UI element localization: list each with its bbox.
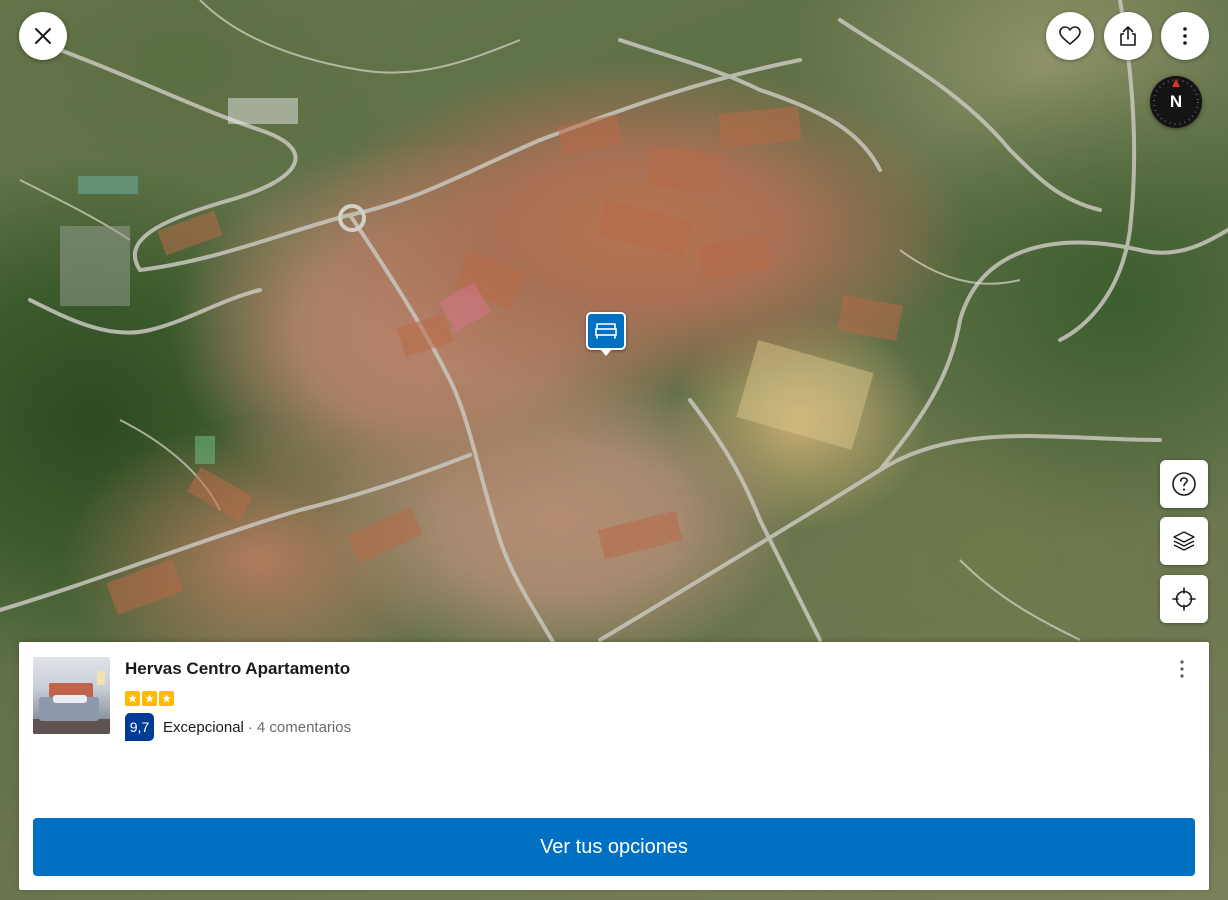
rating-word: Excepcional <box>163 719 244 736</box>
layers-button[interactable] <box>1160 517 1208 565</box>
share-icon <box>1120 26 1136 46</box>
review-score-badge: 9,7 <box>125 713 154 741</box>
heart-icon <box>1059 26 1081 45</box>
property-name[interactable]: Hervas Centro Apartamento <box>125 659 350 679</box>
close-button[interactable] <box>19 12 67 60</box>
compass-label: N <box>1169 92 1183 111</box>
star-icon <box>159 691 174 706</box>
bed-icon <box>595 323 617 339</box>
help-circle-icon <box>1172 472 1196 496</box>
card-more-options-button[interactable] <box>1172 658 1192 680</box>
separator-dot: · <box>247 719 253 736</box>
see-options-button[interactable]: Ver tus opciones <box>33 818 1195 876</box>
more-options-button[interactable] <box>1161 12 1209 60</box>
compass[interactable]: N <box>1150 76 1202 128</box>
more-vertical-icon <box>1180 660 1184 678</box>
more-vertical-icon <box>1183 27 1187 45</box>
help-button[interactable] <box>1160 460 1208 508</box>
star-icon <box>125 691 140 706</box>
rating-summary: Excepcional · 4 comentarios <box>163 719 351 736</box>
layers-icon <box>1173 531 1195 551</box>
property-map-marker[interactable] <box>586 312 626 356</box>
star-icon <box>142 691 157 706</box>
compass-north-indicator <box>1172 79 1180 87</box>
my-location-button[interactable] <box>1160 575 1208 623</box>
close-icon <box>35 28 51 44</box>
property-photo[interactable] <box>33 657 110 734</box>
property-card[interactable]: Hervas Centro Apartamento 9,7 Excepciona… <box>19 642 1209 890</box>
crosshair-icon <box>1172 587 1196 611</box>
favorite-button[interactable] <box>1046 12 1094 60</box>
star-rating <box>125 691 174 706</box>
share-button[interactable] <box>1104 12 1152 60</box>
review-count[interactable]: 4 comentarios <box>257 719 351 736</box>
